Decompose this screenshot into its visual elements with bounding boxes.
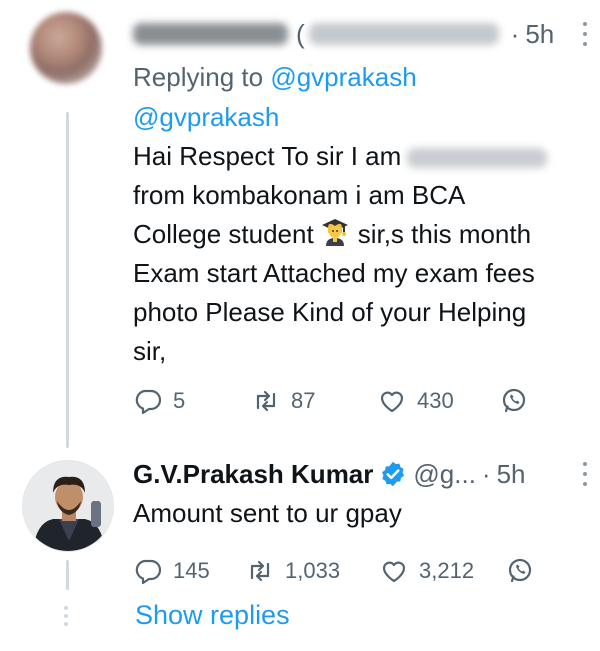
text-line-6: sir, <box>133 336 167 366</box>
replying-to: Replying to @gvprakash <box>133 60 583 94</box>
share-button[interactable] <box>499 386 529 416</box>
tweet-header: ( · 5h <box>133 8 583 60</box>
more-icon[interactable] <box>581 462 589 486</box>
like-icon <box>382 561 406 583</box>
reply-count: 145 <box>173 558 210 583</box>
student-emoji-icon <box>321 219 348 246</box>
retweet-button[interactable]: 87 <box>251 386 377 416</box>
reply-icon <box>135 559 162 585</box>
timestamp[interactable]: 5h <box>497 459 526 490</box>
text-line-1: Hai Respect To sir I am <box>133 141 402 171</box>
reply-button[interactable]: 5 <box>133 386 251 416</box>
avatar[interactable] <box>30 12 102 84</box>
like-count: 3,212 <box>419 558 475 583</box>
retweet-button[interactable]: 1,033 <box>245 556 379 586</box>
text-line-2: from kombakonam i am BCA <box>133 180 466 210</box>
display-name[interactable]: G.V.Prakash Kumar <box>133 459 373 490</box>
text-line-5: photo Please Kind of your Helping <box>133 297 527 327</box>
blurred-name-inline <box>407 148 548 169</box>
mention-link[interactable]: @gvprakash <box>133 98 583 137</box>
more-icon[interactable] <box>581 22 589 46</box>
share-icon <box>502 388 526 413</box>
thread-connector-lower <box>66 560 69 590</box>
tweet-reply[interactable]: ( · 5h Replying to @gvprakash @gvprakash… <box>133 8 587 421</box>
retweet-count: 1,033 <box>285 558 341 583</box>
avatar-gv-prakash[interactable] <box>22 460 114 552</box>
action-bar: 5 87 430 <box>133 381 583 421</box>
text-line-3a: College student <box>133 219 314 249</box>
text-line-4: Exam start Attached my exam fees <box>133 258 535 288</box>
reply-icon <box>135 389 162 415</box>
profile-photo <box>23 461 113 551</box>
reply-count: 5 <box>173 388 186 413</box>
action-bar: 145 1,033 3,212 <box>133 551 583 591</box>
thread-connector <box>66 112 69 448</box>
separator-dot: · <box>481 458 491 489</box>
reply-button[interactable]: 145 <box>133 556 245 586</box>
handle[interactable]: @g... <box>413 459 476 490</box>
replying-label: Replying to <box>133 62 271 92</box>
share-button[interactable] <box>505 556 535 586</box>
thread-dots <box>64 606 68 626</box>
blurred-display-name[interactable] <box>133 23 288 45</box>
like-icon <box>380 391 404 413</box>
share-icon <box>508 558 532 583</box>
tweet-header: G.V.Prakash Kumar @g... · 5h <box>133 454 583 494</box>
like-count: 430 <box>417 388 454 413</box>
text-line-3b: sir,s this month <box>357 219 532 249</box>
retweet-icon <box>256 390 276 412</box>
separator-dot: · <box>510 18 520 49</box>
like-button[interactable]: 430 <box>377 386 499 416</box>
verified-badge-icon <box>382 461 405 487</box>
replying-handle-link[interactable]: @gvprakash <box>270 62 416 92</box>
handle-paren: ( <box>296 18 305 49</box>
tweet-author-reply[interactable]: G.V.Prakash Kumar @g... · 5h Amount sent… <box>133 452 587 591</box>
like-button[interactable]: 3,212 <box>379 556 505 586</box>
retweet-count: 87 <box>291 388 316 413</box>
retweet-icon <box>250 560 270 582</box>
blurred-handle[interactable] <box>308 23 499 45</box>
show-replies-link[interactable]: Show replies <box>135 600 290 631</box>
tweet-text: Amount sent to ur gpay <box>133 498 402 528</box>
tweet-text: @gvprakash Hai Respect To sir I am from … <box>133 98 583 371</box>
timestamp[interactable]: 5h <box>525 19 554 50</box>
